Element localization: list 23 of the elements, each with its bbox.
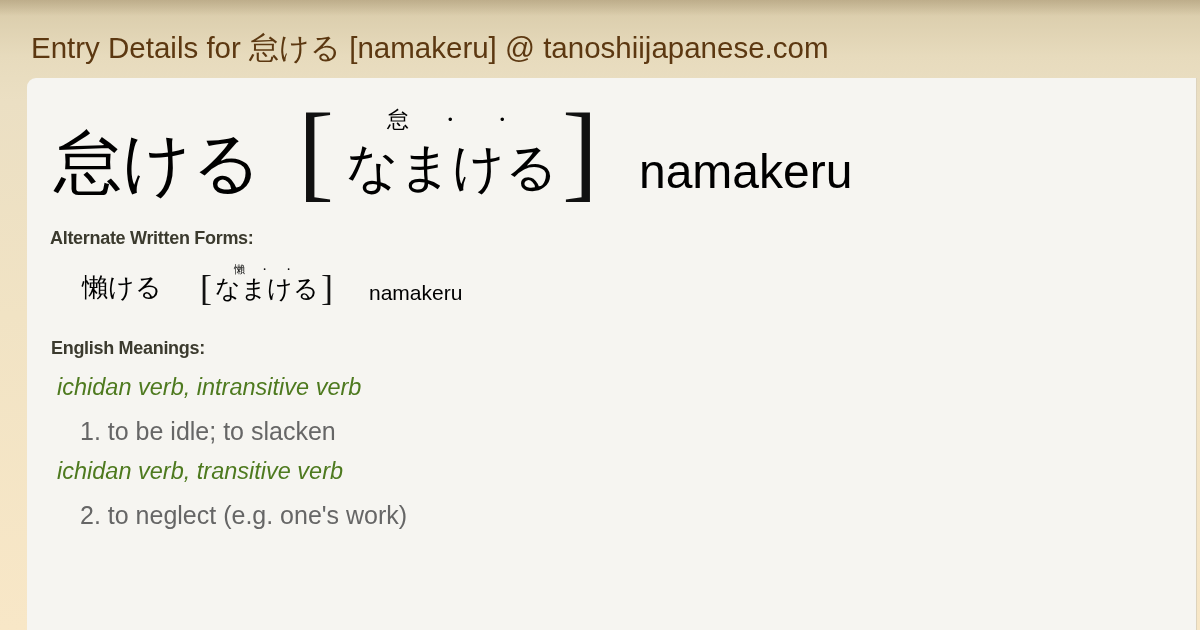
open-bracket: [: [200, 269, 212, 306]
romaji: namakeru: [369, 281, 463, 303]
meaning-text: 2. to neglect (e.g. one's work): [80, 500, 408, 529]
section-label: Alternate Written Forms:: [50, 228, 254, 248]
headword: 懶ける: [82, 273, 162, 300]
furigana-mark: ・: [258, 264, 270, 275]
reading-kana: なまける: [345, 141, 558, 193]
close-bracket: ]: [321, 269, 333, 306]
meaning-text: 1. to be idle; to slacken: [80, 416, 336, 445]
headword: 怠ける: [54, 129, 262, 197]
furigana-mark: ・: [438, 109, 461, 131]
romaji: namakeru: [638, 148, 853, 196]
part-of-speech: ichidan verb, intransitive verb: [57, 373, 362, 400]
furigana-mark: 怠: [386, 109, 409, 131]
close-bracket: ]: [561, 98, 598, 206]
page-title: Entry Details for 怠ける [namakeru] @ tanoshiijapanese.com: [31, 31, 829, 64]
furigana-mark: ・: [490, 109, 513, 131]
part-of-speech: ichidan verb, transitive verb: [57, 457, 344, 484]
reading-kana: なまける: [215, 277, 319, 302]
furigana-mark: 懶: [234, 264, 245, 275]
section-label: English Meanings:: [51, 337, 205, 358]
furigana-mark: ・: [283, 264, 294, 275]
open-bracket: [: [298, 98, 334, 206]
